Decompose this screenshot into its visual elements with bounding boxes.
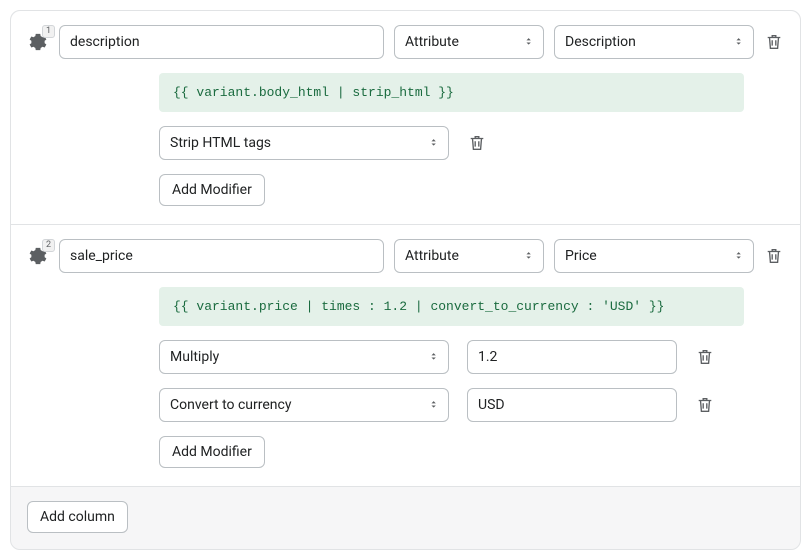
- column-name-input[interactable]: description: [59, 25, 384, 59]
- trash-icon: [696, 348, 714, 366]
- trash-icon: [468, 134, 486, 152]
- updown-icon: [428, 399, 440, 411]
- add-modifier-button[interactable]: Add Modifier: [159, 174, 265, 206]
- modifier-label: Multiply: [170, 349, 219, 365]
- modifier-row: Convert to currency USD: [159, 388, 744, 422]
- modifier-label: Strip HTML tags: [170, 135, 271, 151]
- delete-column-button[interactable]: [764, 32, 784, 52]
- modifier-arg-input[interactable]: 1.2: [467, 340, 677, 374]
- column-block: 1 description Attribute Description {{ v…: [11, 11, 800, 225]
- column-type-select[interactable]: Attribute: [394, 239, 544, 273]
- column-index-badge: 2: [42, 239, 55, 252]
- column-attribute-label: Price: [565, 248, 597, 264]
- modifier-select[interactable]: Convert to currency: [159, 388, 449, 422]
- updown-icon: [428, 351, 440, 363]
- add-modifier-button[interactable]: Add Modifier: [159, 436, 265, 468]
- updown-icon: [733, 250, 745, 262]
- modifier-select[interactable]: Multiply: [159, 340, 449, 374]
- column-name-input[interactable]: sale_price: [59, 239, 384, 273]
- updown-icon: [733, 36, 745, 48]
- column-type-label: Attribute: [405, 34, 459, 50]
- column-attribute-select[interactable]: Description: [554, 25, 754, 59]
- modifier-label: Convert to currency: [170, 397, 292, 413]
- code-preview: {{ variant.price | times : 1.2 | convert…: [159, 287, 744, 326]
- column-type-label: Attribute: [405, 248, 459, 264]
- modifier-arg-input[interactable]: USD: [467, 388, 677, 422]
- modifier-row: Multiply 1.2: [159, 340, 744, 374]
- column-index-badge: 1: [42, 25, 55, 38]
- column-block: 2 sale_price Attribute Price {{ variant.…: [11, 225, 800, 487]
- delete-modifier-button[interactable]: [695, 395, 715, 415]
- column-attribute-select[interactable]: Price: [554, 239, 754, 273]
- code-preview: {{ variant.body_html | strip_html }}: [159, 73, 744, 112]
- delete-column-button[interactable]: [764, 246, 784, 266]
- updown-icon: [523, 250, 535, 262]
- modifier-row: Strip HTML tags: [159, 126, 744, 160]
- column-type-select[interactable]: Attribute: [394, 25, 544, 59]
- delete-modifier-button[interactable]: [695, 347, 715, 367]
- modifier-select[interactable]: Strip HTML tags: [159, 126, 449, 160]
- trash-icon: [765, 33, 783, 51]
- column-attribute-label: Description: [565, 34, 636, 50]
- trash-icon: [765, 247, 783, 265]
- updown-icon: [428, 137, 440, 149]
- updown-icon: [523, 36, 535, 48]
- column-settings-button[interactable]: 1: [27, 33, 49, 51]
- panel-footer: Add column: [11, 487, 800, 533]
- add-column-button[interactable]: Add column: [27, 501, 128, 533]
- trash-icon: [696, 396, 714, 414]
- columns-panel: 1 description Attribute Description {{ v…: [10, 10, 801, 550]
- delete-modifier-button[interactable]: [467, 133, 487, 153]
- column-settings-button[interactable]: 2: [27, 247, 49, 265]
